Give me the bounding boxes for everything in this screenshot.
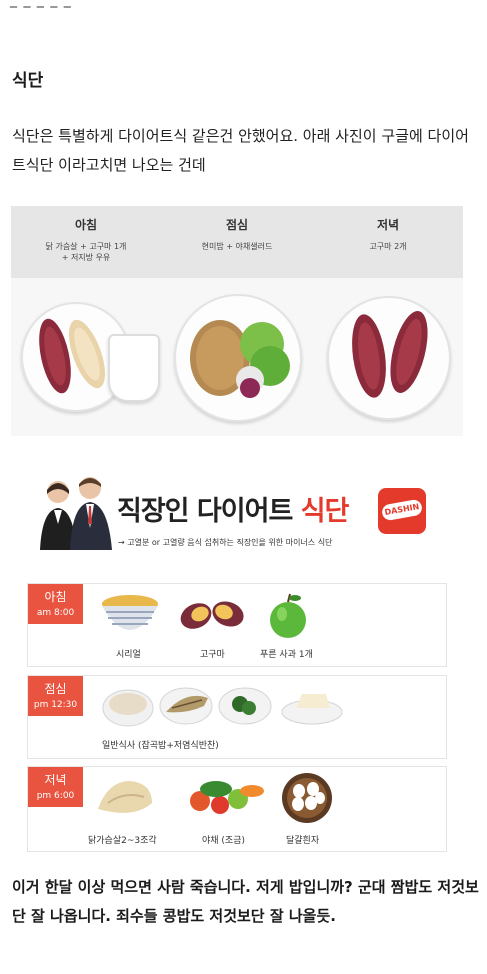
- green-apple-image: [270, 593, 306, 638]
- caption-apple: 푸른 사과 1개: [260, 650, 313, 660]
- office-workers-image: [40, 477, 112, 550]
- time-tab-dinner: 저녁 pm 6:00: [28, 767, 83, 807]
- meal-desc: 고구마 2개: [369, 242, 407, 251]
- meal-name: 점심: [225, 218, 249, 232]
- office-diet-title-accent: 식단: [300, 496, 350, 527]
- dinner-food-image: [352, 311, 428, 398]
- meal-desc: 현미밥 + 야채샐러드: [201, 242, 273, 251]
- meal-column-dinner: 저녁 고구마 2개: [313, 216, 463, 252]
- meal-label: 아침: [44, 590, 67, 604]
- meal-time: pm 6:00: [36, 791, 75, 801]
- caption-vegetables: 야채 (조금): [202, 836, 246, 846]
- milk-glass: [108, 334, 160, 402]
- rice-bowl-image: [102, 689, 154, 727]
- meal-column-lunch: 점심 현미밥 + 야채샐러드: [162, 216, 312, 252]
- time-tab-lunch: 점심 pm 12:30: [28, 676, 83, 716]
- lunch-box: 점심 pm 12:30 일반식사 (잡곡밥+저염식반찬): [27, 675, 447, 759]
- spinach-side-image: [218, 687, 272, 725]
- tofu-image: [281, 694, 343, 725]
- sweet-potato-image: [180, 601, 244, 629]
- caption-chicken-breast: 닭가슴살2~3조각: [88, 836, 157, 846]
- dashin-logo-text: DASHIN: [380, 498, 424, 522]
- meal-time: pm 12:30: [33, 700, 78, 710]
- meal-desc: 닭 가슴살 + 고구마 1개: [45, 242, 127, 251]
- dinner-box: 저녁 pm 6:00 닭가슴살2~3조각 야채 (조금) 달걀흰자: [27, 766, 447, 852]
- meal-photo-header: 아침 닭 가슴살 + 고구마 1개 + 저지방 우유 점심 현미밥 + 야채샐러…: [11, 206, 463, 278]
- office-diet-subtitle: → 고열분 or 고열량 음식 섭취하는 직장인을 위한 마이너스 식단: [118, 538, 333, 547]
- time-tab-breakfast: 아침 am 8:00: [28, 584, 83, 624]
- meal-photo-panel: 아침 닭 가슴살 + 고구마 1개 + 저지방 우유 점심 현미밥 + 야채샐러…: [11, 206, 463, 436]
- meal-label: 점심: [44, 682, 67, 696]
- lunch-plate: [174, 294, 302, 422]
- vegetables-image: [190, 781, 264, 814]
- meal-desc: + 저지방 우유: [61, 253, 111, 262]
- caption-cereal: 시리얼: [116, 650, 141, 660]
- grilled-fish-image: [159, 687, 213, 725]
- cereal-bowl-image: [102, 595, 158, 630]
- meal-label: 저녁: [44, 773, 67, 787]
- cut-off-text: _ _ _ _ _: [10, 0, 72, 8]
- office-diet-title-main: 직장인 다이어트: [117, 496, 301, 527]
- meal-column-breakfast: 아침 닭 가슴살 + 고구마 1개 + 저지방 우유: [11, 216, 161, 263]
- caption-general-meal: 일반식사 (잡곡밥+저염식반찬): [102, 741, 219, 751]
- lunch-food-image: [190, 320, 290, 398]
- meal-time: am 8:00: [36, 608, 75, 618]
- egg-whites-image: [282, 773, 332, 823]
- dinner-plate: [327, 296, 451, 420]
- caption-egg-whites: 달걀흰자: [286, 836, 320, 846]
- closing-paragraph: 이거 한달 이상 먹으면 사람 죽습니다. 저게 밥입니까? 군대 짬밥도 저것…: [12, 878, 479, 925]
- breakfast-box: 아침 am 8:00 시리얼 고구마 푸른 사과 1개: [27, 583, 447, 667]
- chicken-breast-image: [98, 781, 152, 813]
- caption-sweet-potato: 고구마: [200, 650, 225, 660]
- dashin-logo: DASHIN: [378, 488, 426, 534]
- meal-name: 아침: [74, 218, 98, 232]
- section-title: 식단: [12, 71, 44, 91]
- intro-paragraph: 식단은 특별하게 다이어트식 같은건 안했어요. 아래 사진이 구글에 다이어트…: [12, 127, 469, 174]
- office-diet-title: 직장인 다이어트 식단: [117, 489, 350, 528]
- meal-name: 저녁: [376, 218, 400, 232]
